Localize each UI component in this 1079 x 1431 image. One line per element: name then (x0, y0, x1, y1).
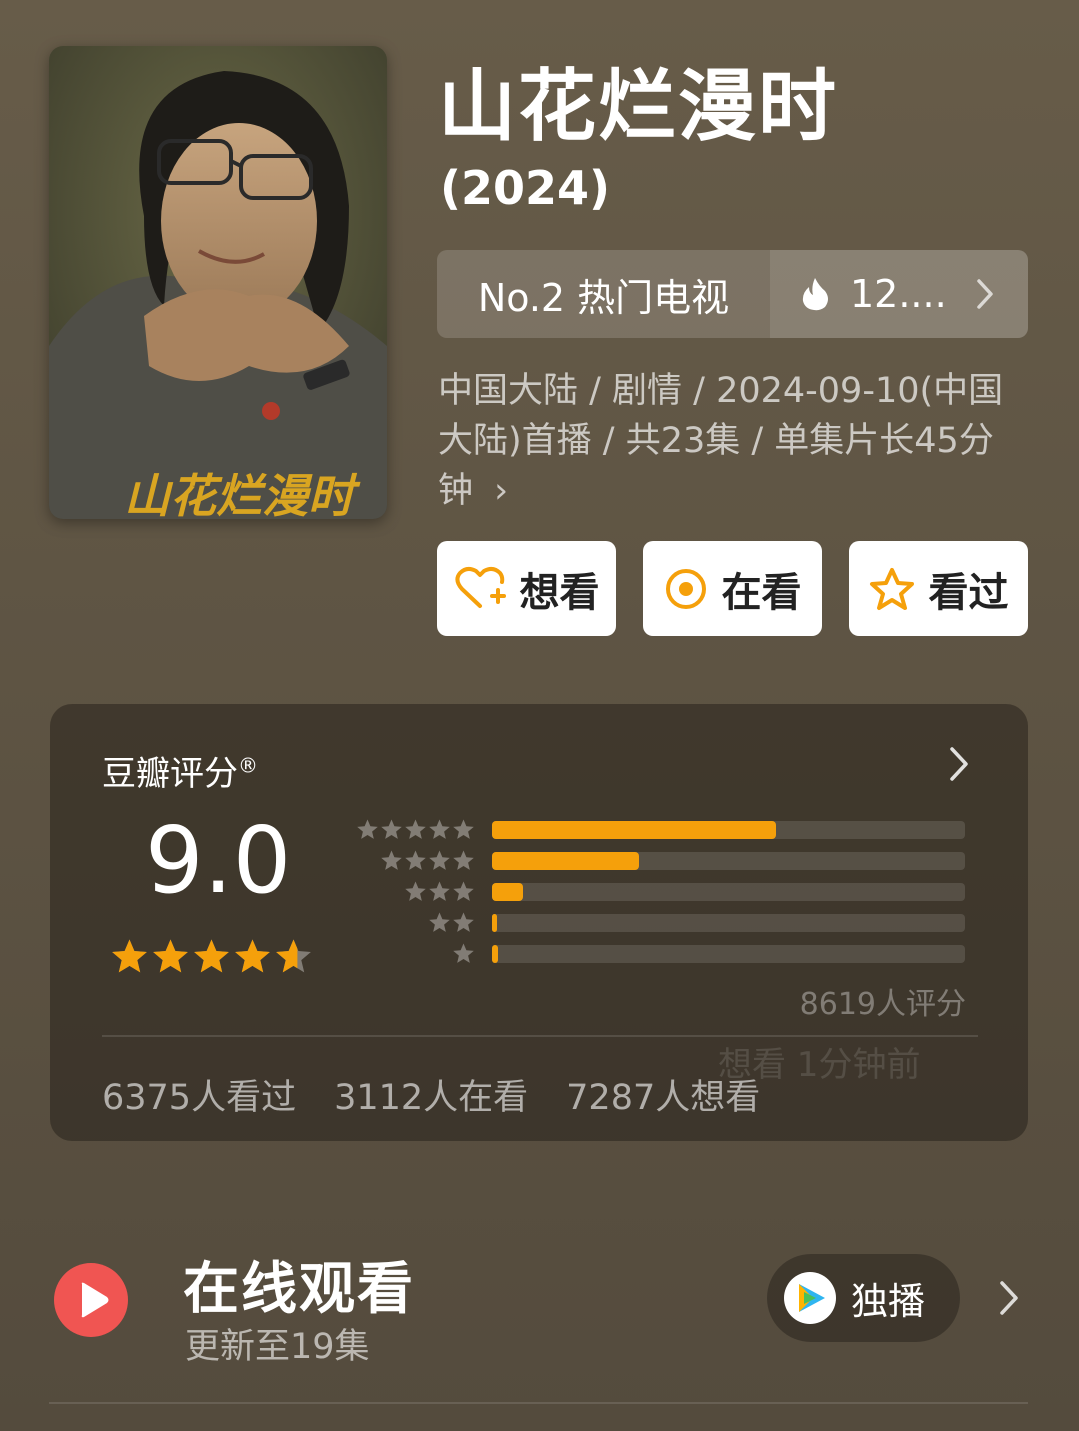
watching-button[interactable]: 在看 (643, 541, 822, 636)
distribution-star-icon (357, 819, 378, 839)
distribution-bar-fill (492, 883, 523, 901)
distribution-bar-track (492, 852, 965, 870)
rating-star-icon (112, 939, 147, 973)
distribution-bar-fill (492, 945, 498, 963)
heat-section[interactable]: 12.... (770, 250, 1028, 338)
audience-stats: 6375人看过 3112人在看 7287人想看 (102, 1069, 760, 1120)
want-count: 7287人想看 (566, 1078, 761, 1118)
rating-star-icon (276, 939, 311, 973)
release-year: (2024) (440, 161, 611, 215)
chevron-right-icon (976, 279, 993, 309)
distribution-bar-fill (492, 821, 776, 839)
poster-artwork: 山花烂漫时 (49, 46, 387, 519)
distribution-star-icon (381, 850, 402, 870)
distribution-bar-track (492, 883, 965, 901)
online-watch-title: 在线观看 (183, 1257, 415, 1322)
rating-stars (110, 937, 313, 976)
distribution-stars (355, 942, 475, 965)
distribution-stars (355, 880, 475, 903)
rating-card[interactable]: 豆瓣评分® 9.0 8619人评分 想看 1分钟前 6375人看过 3112人在… (50, 704, 1028, 1141)
registered-mark: ® (238, 753, 258, 778)
rating-star-icon (153, 939, 188, 973)
meta-info[interactable]: 中国大陆 / 剧情 / 2024-09-10(中国大陆)首播 / 共23集 / … (438, 366, 1028, 516)
watched-label: 看过 (928, 569, 1009, 616)
meta-chevron-icon: › (494, 471, 509, 511)
tencent-video-icon (784, 1272, 836, 1324)
heat-value: 12.... (850, 272, 947, 316)
flame-icon (802, 278, 828, 311)
want-to-watch-button[interactable]: 想看 (437, 541, 616, 636)
distribution-stars (355, 849, 475, 872)
raters-count: 8619人评分 (799, 987, 966, 1022)
meta-text: 中国大陆 / 剧情 / 2024-09-10(中国大陆)首播 / 共23集 / … (438, 371, 1004, 511)
watching-count: 3112人在看 (334, 1078, 529, 1118)
ranking-bar[interactable]: No.2 热门电视 12.... (437, 250, 1028, 338)
distribution-star-icon (405, 881, 426, 901)
distribution-star-icon (453, 943, 474, 963)
heart-plus-icon (454, 566, 506, 608)
want-to-watch-label: 想看 (519, 569, 600, 616)
distribution-star-icon (381, 819, 402, 839)
watched-button[interactable]: 看过 (849, 541, 1028, 636)
chevron-right-icon[interactable] (948, 746, 970, 782)
play-icon (54, 1263, 128, 1337)
chevron-right-icon[interactable] (998, 1280, 1020, 1316)
distribution-star-icon (405, 819, 426, 839)
rating-score: 9.0 (145, 807, 292, 914)
distribution-stars (355, 818, 475, 841)
star-outline-icon (869, 567, 914, 610)
distribution-star-icon (453, 850, 474, 870)
divider (49, 1402, 1028, 1404)
poster-image[interactable]: 山花烂漫时 (49, 46, 387, 519)
page-title: 山花烂漫时 (438, 62, 839, 152)
distribution-star-icon (405, 850, 426, 870)
rank-label: No.2 热门电视 (477, 275, 730, 320)
distribution-bar-track (492, 945, 965, 963)
distribution-star-icon (429, 819, 450, 839)
distribution-bar-fill (492, 914, 497, 932)
exclusive-label: 独播 (851, 1280, 925, 1323)
distribution-star-icon (453, 819, 474, 839)
distribution-star-icon (429, 881, 450, 901)
distribution-star-icon (453, 881, 474, 901)
distribution-stars (355, 911, 475, 934)
rating-title-text: 豆瓣评分 (102, 754, 238, 794)
distribution-star-icon (429, 912, 450, 932)
distribution-star-icon (429, 850, 450, 870)
poster-title-art: 山花烂漫时 (124, 469, 361, 519)
distribution-bar-fill (492, 852, 639, 870)
target-icon (665, 568, 706, 609)
exclusive-platform-badge[interactable]: 独播 (767, 1254, 960, 1342)
watching-label: 在看 (721, 569, 802, 616)
rating-star-icon (194, 939, 229, 973)
distribution-star-icon (453, 912, 474, 932)
online-watch-section[interactable]: 在线观看 更新至19集 独播 (0, 1240, 1079, 1370)
distribution-bar-track (492, 914, 965, 932)
rating-star-icon (235, 939, 270, 973)
distribution-bar-track (492, 821, 965, 839)
watched-count: 6375人看过 (102, 1078, 297, 1118)
episode-update: 更新至19集 (185, 1327, 370, 1367)
rating-title: 豆瓣评分® (102, 746, 258, 795)
